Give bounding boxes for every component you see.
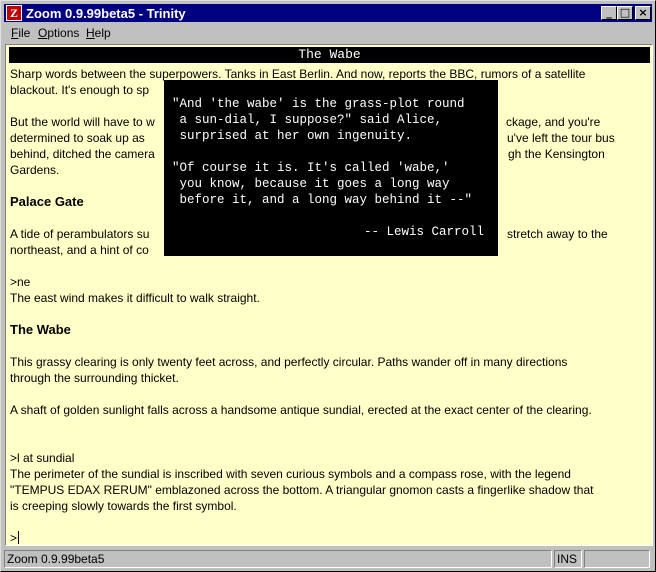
menu-bar: File Options Help: [4, 23, 652, 43]
room-heading: Palace Gate: [10, 194, 84, 209]
command-prompt[interactable]: >: [10, 530, 17, 545]
menu-help-accel: H: [86, 26, 95, 40]
close-button[interactable]: ×: [635, 6, 651, 20]
menu-file[interactable]: File: [11, 26, 30, 40]
insert-mode-indicator: INS: [557, 552, 578, 566]
game-text-area[interactable]: The Wabe Sharp words between the superpo…: [5, 44, 653, 546]
app-window: Z Zoom 0.9.99beta5 - Trinity _ □ × File …: [0, 0, 656, 572]
status-bar: Zoom 0.9.99beta5 INS: [4, 549, 652, 569]
menu-help[interactable]: Help: [86, 26, 111, 40]
story-line: northeast, and a hint of co: [10, 243, 149, 257]
minimize-button[interactable]: _: [601, 6, 617, 20]
story-line: stretch away to the: [507, 227, 608, 241]
story-line: ckage, and you're: [506, 115, 601, 129]
quote-line: you know, because it goes a long way: [172, 177, 450, 191]
story-line: But the world will have to w: [10, 115, 155, 129]
title-bar[interactable]: Z Zoom 0.9.99beta5 - Trinity _ □ ×: [4, 4, 652, 22]
menu-help-label: elp: [94, 26, 111, 40]
story-line: This grassy clearing is only twenty feet…: [10, 355, 568, 369]
menu-options-accel: O: [38, 26, 48, 40]
story-line: Gardens.: [10, 163, 60, 177]
status-text: Zoom 0.9.99beta5: [7, 552, 105, 566]
story-line: gh the Kensington: [508, 147, 605, 161]
story-line: The east wind makes it difficult to walk…: [10, 291, 260, 305]
story-line: u've left the tour bus: [507, 131, 615, 145]
story-line: determined to soak up as: [10, 131, 145, 145]
maximize-button[interactable]: □: [617, 6, 633, 20]
player-command: >ne: [10, 275, 31, 289]
menu-options[interactable]: Options: [38, 26, 79, 40]
zoom-app-icon[interactable]: Z: [6, 5, 22, 21]
quote-line: "And 'the wabe' is the grass-plot round: [172, 97, 465, 111]
story-line: "TEMPUS EDAX RERUM" emblazoned across th…: [10, 483, 594, 497]
quote-attribution: -- Lewis Carroll: [364, 225, 485, 239]
story-line: The perimeter of the sundial is inscribe…: [10, 467, 571, 481]
story-line: A shaft of golden sunlight falls across …: [10, 403, 592, 417]
status-text-panel: Zoom 0.9.99beta5: [4, 550, 552, 568]
menu-file-label: ile: [18, 26, 31, 40]
player-command: >l at sundial: [10, 451, 75, 465]
story-line: through the surrounding thicket.: [10, 371, 179, 385]
quote-line: surprised at her own ingenuity.: [172, 129, 413, 143]
quote-line: before it, and a long way behind it --": [172, 193, 473, 207]
menu-options-label: ptions: [47, 26, 80, 40]
insert-mode-panel: INS: [554, 550, 582, 568]
window-title: Zoom 0.9.99beta5 - Trinity: [26, 6, 186, 21]
story-line: blackout. It's enough to sp: [10, 83, 150, 97]
story-line: A tide of perambulators su: [10, 227, 150, 241]
text-cursor: [18, 531, 19, 544]
story-line: is creeping slowly towards the first sym…: [10, 499, 237, 513]
quote-overlay: "And 'the wabe' is the grass-plot round …: [164, 80, 498, 256]
quote-line: "Of course it is. It's called 'wabe,': [172, 161, 450, 175]
room-heading: The Wabe: [10, 322, 71, 337]
story-line: behind, ditched the camera: [10, 147, 155, 161]
location-status-bar: The Wabe: [9, 47, 650, 63]
empty-status-panel: [584, 550, 650, 568]
quote-line: a sun-dial, I suppose?" said Alice,: [172, 113, 443, 127]
